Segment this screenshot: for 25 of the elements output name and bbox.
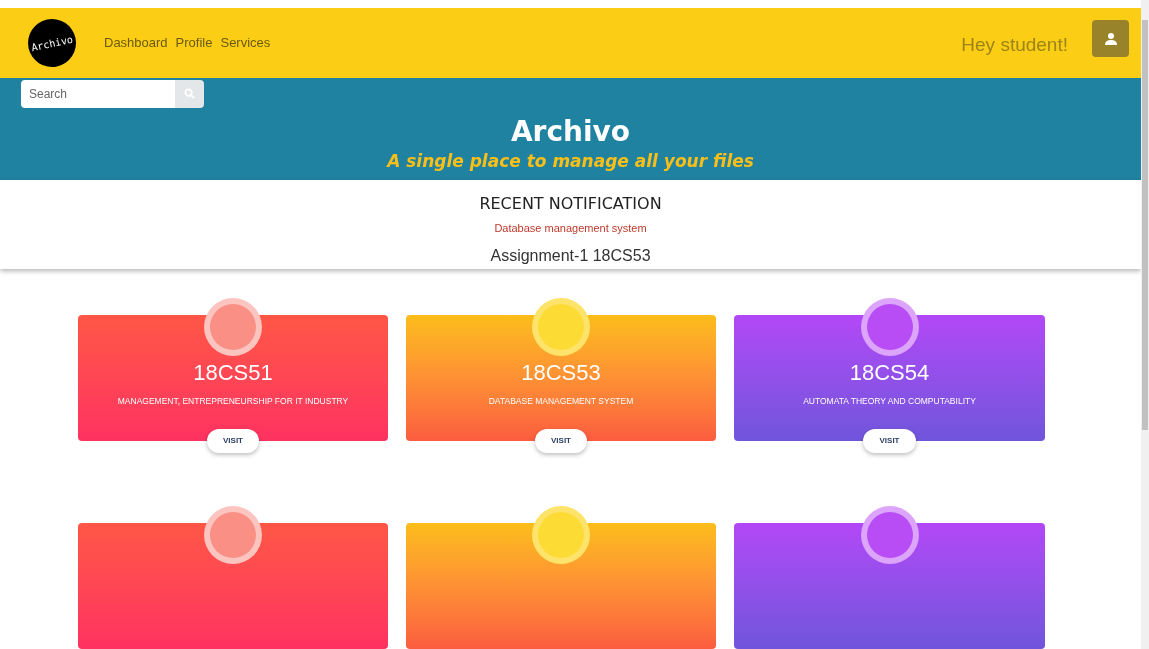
- visit-button[interactable]: VISIT: [535, 429, 587, 453]
- nav-link[interactable]: Profile: [175, 33, 213, 53]
- course-code: 18CS53: [521, 359, 601, 387]
- nav-link[interactable]: Services: [220, 33, 271, 53]
- user-button[interactable]: [1092, 20, 1129, 57]
- greeting-text: Hey student!: [961, 32, 1068, 57]
- course-code: 18CS51: [193, 359, 273, 387]
- hero-subtitle: A single place to manage all your files: [387, 150, 754, 174]
- search-field[interactable]: Search: [21, 79, 175, 108]
- nav-link[interactable]: Dashboard: [104, 33, 168, 53]
- notification-title: Assignment-1 18CS53: [490, 246, 651, 267]
- notification-heading: RECENT NOTIFICATION: [479, 192, 662, 215]
- course-name: AUTOMATA THEORY AND COMPUTABILITY: [803, 395, 976, 408]
- visit-button[interactable]: VISIT: [863, 429, 916, 453]
- course-code: 18CS54: [849, 359, 930, 387]
- course-name: DATABASE MANAGEMENT SYSTEM: [488, 395, 634, 408]
- user-icon: [1104, 32, 1117, 45]
- scrollbar-thumb[interactable]: [1142, 20, 1148, 430]
- search-icon: [184, 88, 195, 100]
- hero-title: Archivo: [510, 114, 631, 150]
- scrollbar[interactable]: [1141, 0, 1149, 649]
- visit-button[interactable]: VISIT: [207, 429, 259, 453]
- notification-subject: Database management system: [494, 220, 647, 236]
- search-button[interactable]: [175, 79, 204, 108]
- course-name: MANAGEMENT, ENTREPRENEURSHIP FOR IT INDUSTRY: [117, 395, 349, 408]
